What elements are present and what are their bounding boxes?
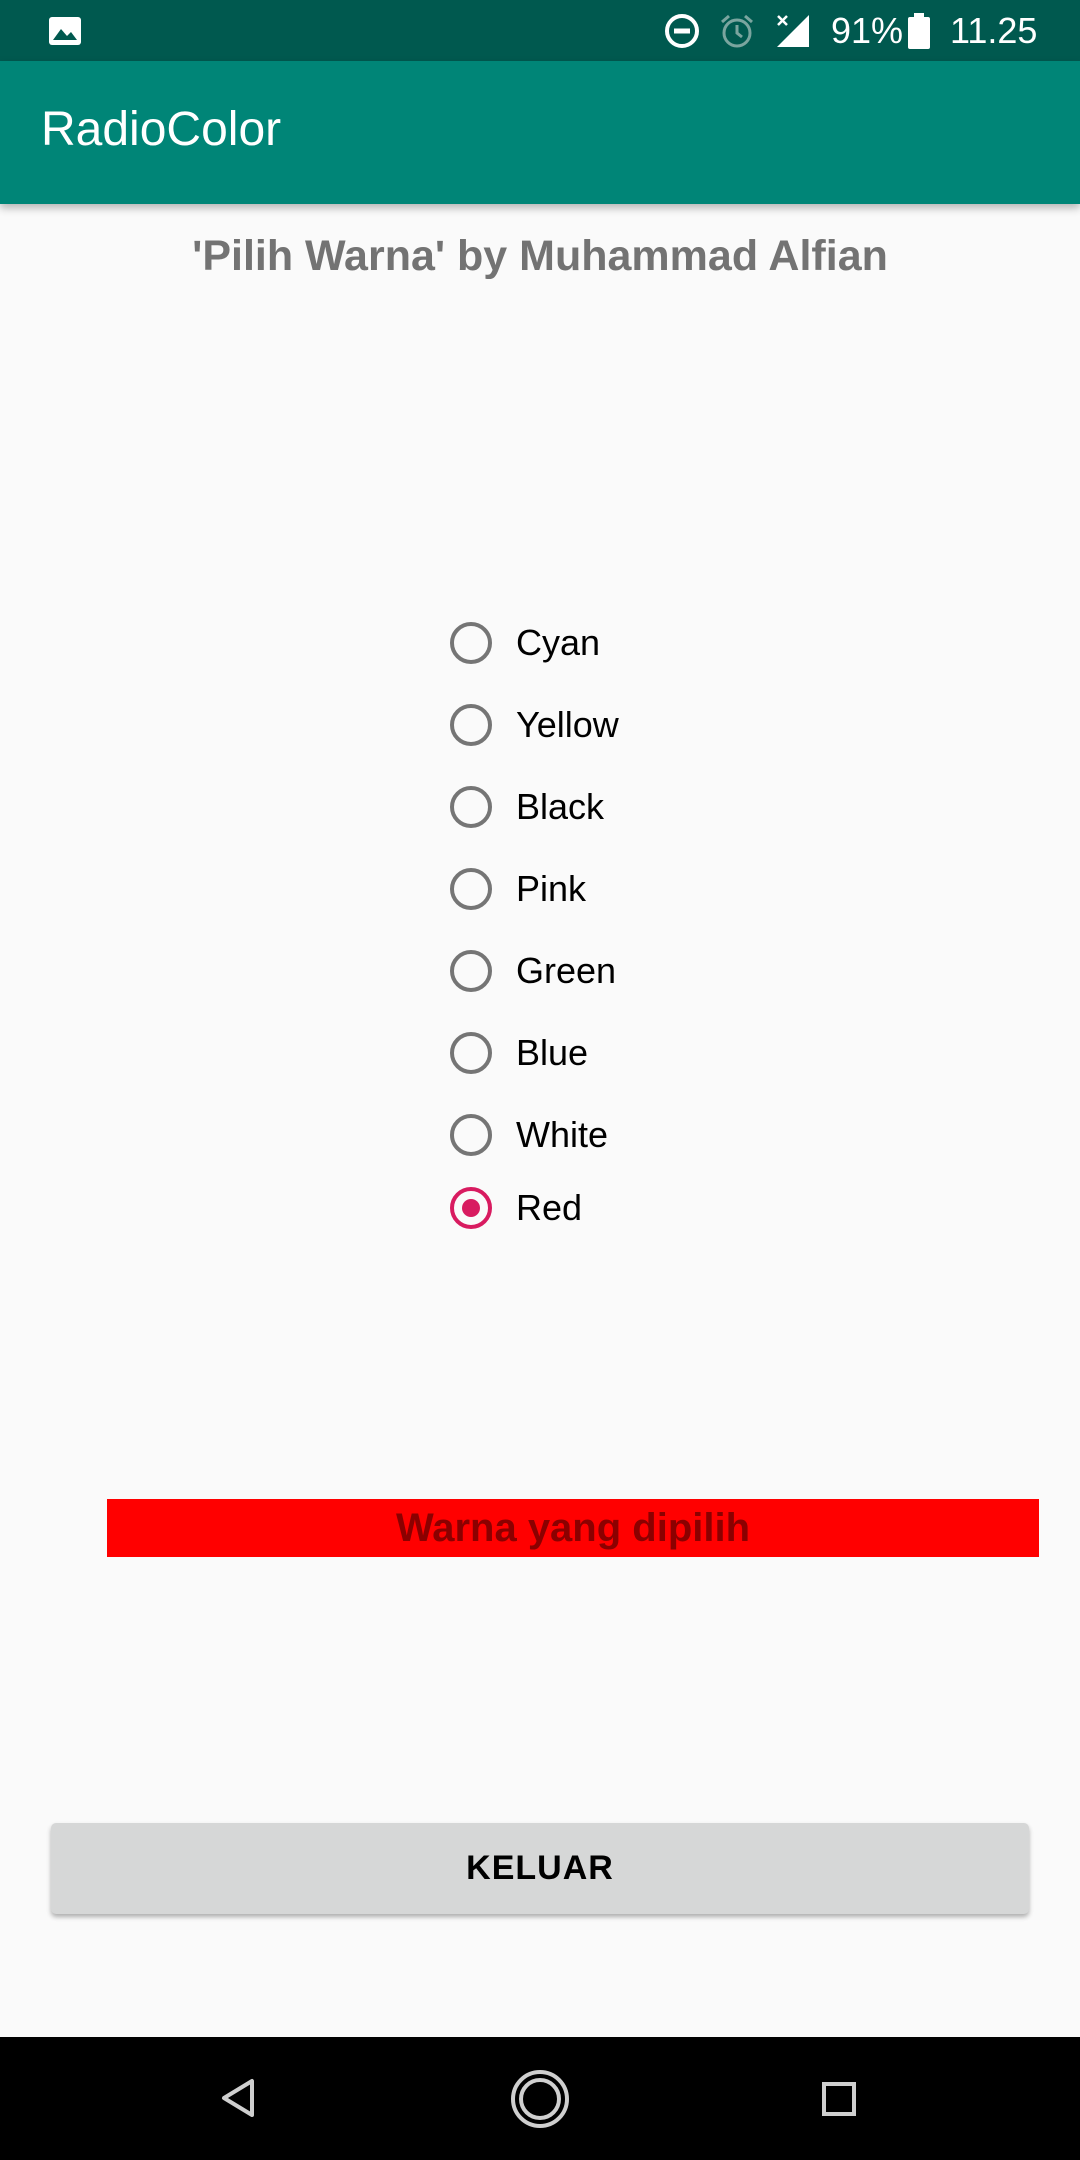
app-title: RadioColor [41,103,282,156]
radio-label-yellow: Yellow [516,704,619,745]
radio-label-white: White [516,1114,609,1155]
radio-button-green[interactable] [450,950,492,992]
battery-percent: 91% [831,10,904,51]
image-icon [49,17,81,45]
app-bar: RadioColor [0,61,1080,204]
do-not-disturb-icon [665,14,699,48]
radio-button-blue[interactable] [450,1032,492,1074]
back-icon[interactable] [218,2077,260,2119]
radio-label-green: Green [516,950,617,991]
radio-label-pink: Pink [516,868,587,909]
selected-color-display: Warna yang dipilih [107,1499,1039,1557]
navigation-bar [0,2037,1080,2160]
radio-button-pink[interactable] [450,868,492,910]
radio-button-white[interactable] [450,1114,492,1156]
status-bar: 91% 11.25 [0,0,1080,61]
home-icon[interactable] [509,2068,571,2130]
exit-button[interactable]: KELUAR [51,1823,1029,1914]
radio-label-black: Black [516,786,605,827]
radio-button-cyan[interactable] [450,622,492,664]
radio-button-black[interactable] [450,786,492,828]
radio-button-red[interactable] [450,1187,492,1229]
clock: 11.25 [950,10,1038,51]
battery-icon [908,13,930,49]
radio-selected-dot [462,1199,480,1217]
radio-button-yellow[interactable] [450,704,492,746]
radio-label-blue: Blue [516,1032,589,1073]
radio-label-red: Red [516,1187,583,1228]
recents-icon[interactable] [821,2081,857,2117]
selected-color-text: Warna yang dipilih [395,1506,751,1550]
radio-label-cyan: Cyan [516,622,601,663]
page-heading: 'Pilih Warna' by Muhammad Alfian [192,232,888,280]
alarm-icon [721,14,753,48]
signal-icon [777,15,809,47]
